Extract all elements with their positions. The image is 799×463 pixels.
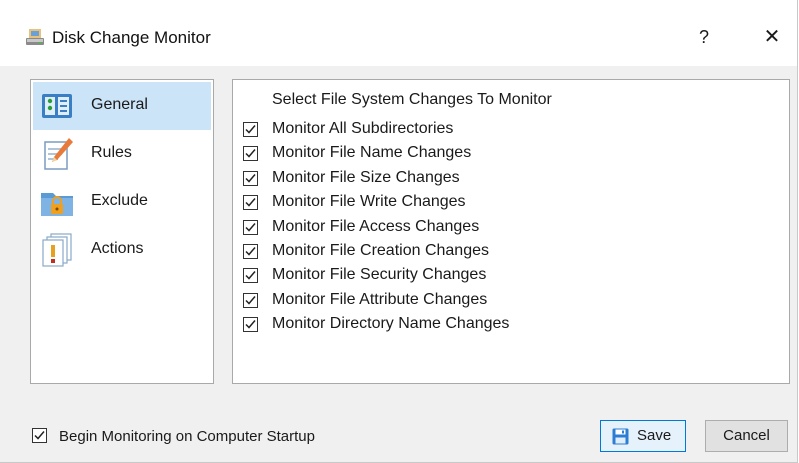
startup-label: Begin Monitoring on Computer Startup <box>59 428 315 445</box>
option-label: Monitor File Attribute Changes <box>272 291 488 308</box>
options-heading: Select File System Changes To Monitor <box>272 91 552 108</box>
checkmark-icon <box>245 174 256 183</box>
dialog-window: Disk Change Monitor ? ✕ General Rules Ex… <box>0 0 798 463</box>
checkmark-icon <box>245 149 256 158</box>
checkbox[interactable] <box>243 171 258 186</box>
checkbox[interactable] <box>243 220 258 235</box>
sidebar-item-label: Exclude <box>91 192 148 209</box>
sidebar-item-label: General <box>91 96 148 113</box>
checkbox[interactable] <box>243 244 258 259</box>
checkmark-icon <box>245 247 256 256</box>
checkmark-icon <box>245 296 256 305</box>
sidebar-item-label: Actions <box>91 240 144 257</box>
general-settings-icon <box>42 94 72 118</box>
option-label: Monitor File Size Changes <box>272 169 460 186</box>
checkmark-icon <box>245 198 256 207</box>
sidebar-item-exclude[interactable]: Exclude <box>33 178 211 226</box>
sidebar-item-general[interactable]: General <box>33 82 211 130</box>
checkmark-icon <box>34 431 45 440</box>
option-label: Monitor File Access Changes <box>272 218 480 235</box>
option-label: Monitor File Write Changes <box>272 193 466 210</box>
option-label: Monitor File Security Changes <box>272 266 487 283</box>
checkbox[interactable] <box>243 122 258 137</box>
checkbox[interactable] <box>243 293 258 308</box>
checkbox[interactable] <box>243 195 258 210</box>
sidebar-item-rules[interactable]: Rules <box>33 130 211 178</box>
floppy-disk-icon <box>612 428 629 445</box>
sidebar-item-actions[interactable]: Actions <box>33 226 211 274</box>
save-button[interactable]: Save <box>600 420 686 452</box>
startup-checkbox[interactable] <box>32 428 47 443</box>
sidebar-item-label: Rules <box>91 144 132 161</box>
checkbox[interactable] <box>243 146 258 161</box>
close-button[interactable]: ✕ <box>752 22 792 52</box>
checkmark-icon <box>245 223 256 232</box>
title-bar[interactable]: Disk Change Monitor ? ✕ <box>0 0 797 66</box>
checkmark-icon <box>245 125 256 134</box>
window-title: Disk Change Monitor <box>52 28 211 47</box>
actions-alert-icon <box>42 233 72 267</box>
option-label: Monitor File Name Changes <box>272 144 472 161</box>
rules-pencil-icon <box>44 138 73 170</box>
options-panel: Select File System Changes To Monitor Mo… <box>232 79 790 384</box>
option-label: Monitor All Subdirectories <box>272 120 454 137</box>
checkmark-icon <box>245 271 256 280</box>
sidebar: General Rules Exclude Actions <box>30 79 214 384</box>
save-button-label: Save <box>637 427 672 444</box>
exclude-lock-folder-icon <box>41 193 73 216</box>
checkbox[interactable] <box>243 317 258 332</box>
checkbox[interactable] <box>243 268 258 283</box>
option-label: Monitor Directory Name Changes <box>272 315 510 332</box>
help-button[interactable]: ? <box>686 22 722 52</box>
disk-monitor-app-icon <box>26 29 44 45</box>
checkmark-icon <box>245 320 256 329</box>
option-label: Monitor File Creation Changes <box>272 242 489 259</box>
cancel-button[interactable]: Cancel <box>705 420 788 452</box>
